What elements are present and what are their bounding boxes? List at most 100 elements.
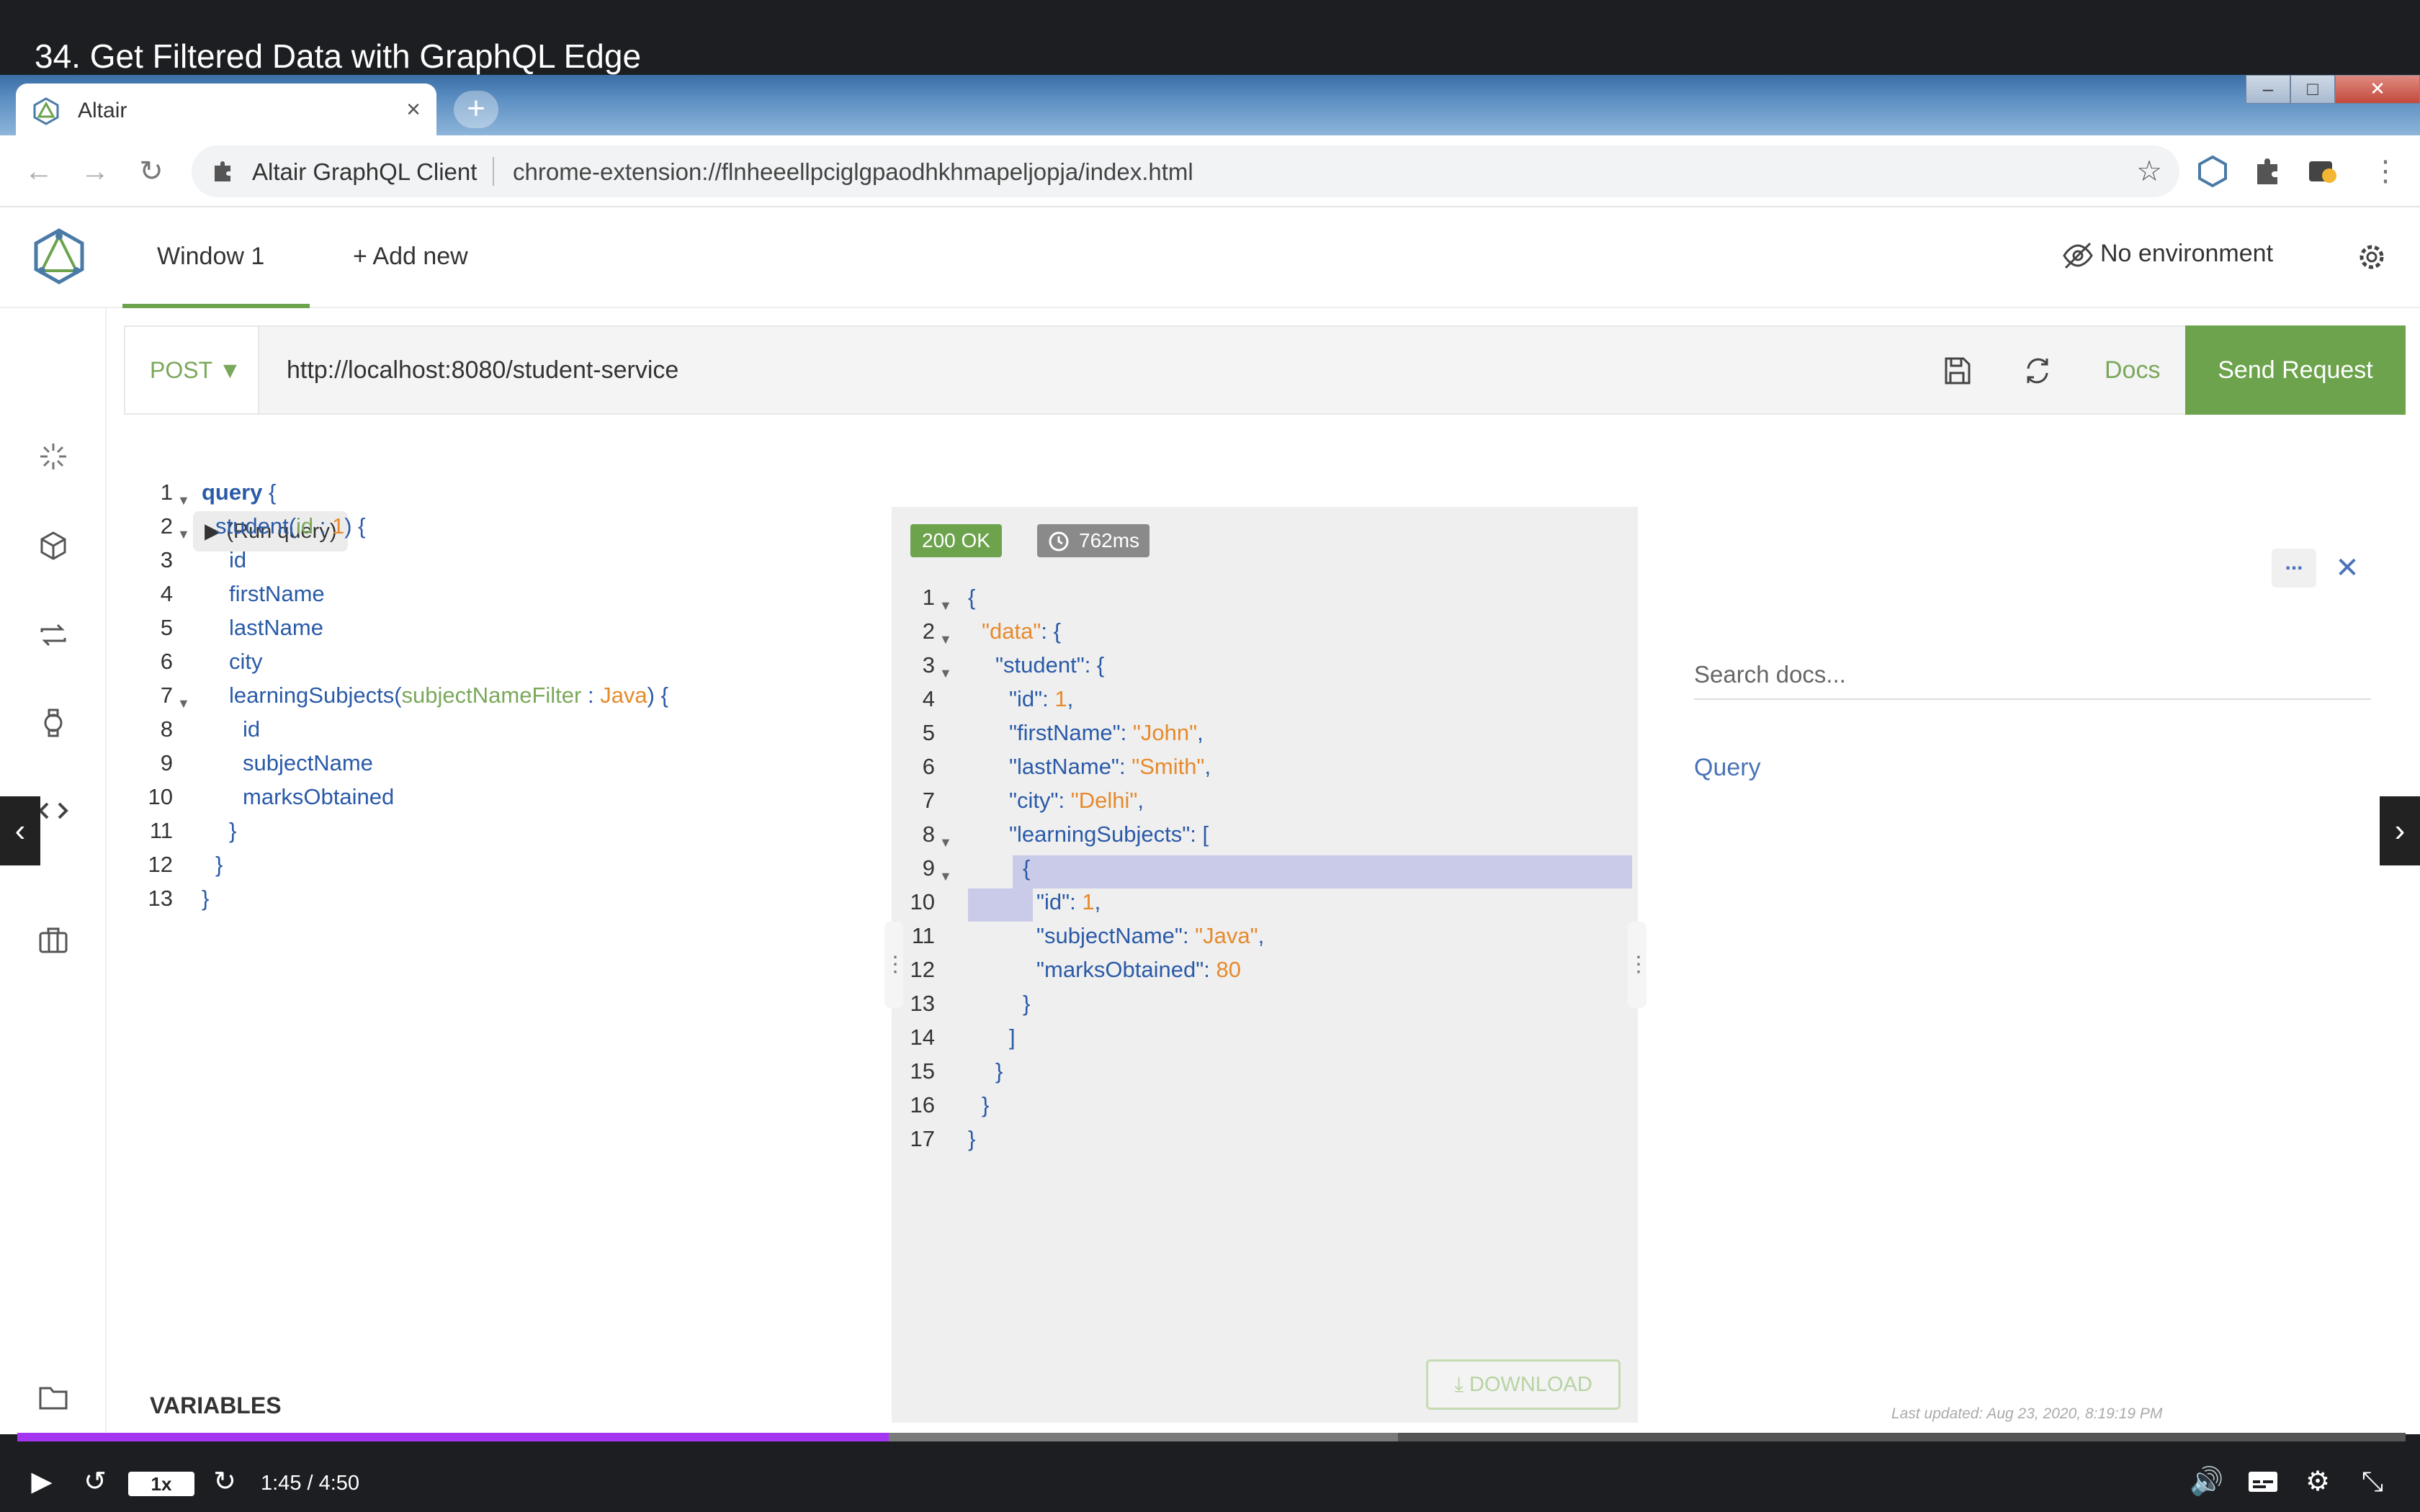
- code-token: subjectName: [243, 750, 373, 775]
- code-token: 1: [1054, 686, 1067, 711]
- code-line: subjectName: [243, 746, 373, 780]
- fold-toggle-icon[interactable]: ▼: [939, 657, 952, 690]
- code-token: ,: [1137, 788, 1144, 813]
- code-token: ) {: [344, 513, 366, 539]
- fold-toggle-icon[interactable]: ▼: [939, 623, 952, 657]
- docs-resize-handle[interactable]: ⋮: [1628, 922, 1649, 1008]
- method-select[interactable]: POST ▼: [125, 327, 259, 413]
- code-token: }: [982, 1092, 990, 1117]
- close-window-button[interactable]: ✕: [2335, 75, 2420, 104]
- browser-tab-altair[interactable]: Altair ×: [16, 84, 436, 135]
- code-token: "Smith": [1131, 754, 1205, 779]
- endpoint-url-input[interactable]: http://localhost:8080/student-service: [287, 356, 678, 384]
- code-token: query: [202, 480, 263, 505]
- tab-window-1[interactable]: Window 1: [122, 207, 310, 308]
- method-label: POST ▼: [150, 357, 242, 383]
- new-tab-button[interactable]: +: [454, 91, 498, 128]
- minimize-button[interactable]: –: [2246, 75, 2290, 104]
- altair-extension-icon[interactable]: [2195, 154, 2230, 189]
- docs-search-input[interactable]: Search docs...: [1694, 657, 2371, 700]
- video-progress-bar[interactable]: [17, 1433, 2406, 1441]
- fold-toggle-icon[interactable]: ▼: [939, 826, 952, 860]
- fold-toggle-icon[interactable]: ▼: [939, 860, 952, 894]
- code-token: : {: [1041, 618, 1061, 644]
- video-settings-icon[interactable]: ⚙: [2300, 1464, 2335, 1499]
- code-line: "id": 1,: [1036, 885, 1101, 919]
- play-icon[interactable]: ▶: [24, 1464, 59, 1499]
- rewind-icon[interactable]: ↺: [78, 1464, 112, 1499]
- query-editor[interactable]: 1 ▼ query {2 ▼ student(id : 1) {3 id 4 firstNam…: [130, 475, 879, 922]
- code-token: id: [296, 513, 314, 539]
- docs-more-button[interactable]: ...: [2272, 549, 2316, 588]
- line-number: 4: [160, 581, 173, 606]
- folder-icon[interactable]: [36, 1380, 71, 1414]
- code-token: : [: [1190, 822, 1209, 847]
- fold-toggle-icon[interactable]: ▼: [939, 589, 952, 623]
- line-number: 1: [922, 585, 935, 610]
- settings-gear-icon[interactable]: [2355, 240, 2388, 274]
- docs-toggle-button[interactable]: Docs: [2105, 356, 2160, 384]
- volume-icon[interactable]: 🔊: [2190, 1464, 2224, 1499]
- eye-off-icon: [2063, 242, 2093, 269]
- forward-icon[interactable]: →: [78, 154, 112, 189]
- line-number: 4: [922, 686, 935, 711]
- code-token: {: [1023, 855, 1031, 881]
- loading-spinner-icon: [40, 444, 66, 469]
- code-token: "data": [982, 618, 1041, 644]
- repeat-icon[interactable]: [36, 618, 71, 652]
- line-number: 17: [910, 1126, 935, 1151]
- fold-toggle-icon[interactable]: ▼: [177, 518, 190, 552]
- fold-toggle-icon[interactable]: ▼: [177, 484, 190, 518]
- result-json-view[interactable]: 1 ▼{2 ▼ "data": {3 ▼ "student": {4 "id": 1, 5 "f…: [892, 580, 1634, 1151]
- exit-fullscreen-icon[interactable]: ⤡: [2355, 1464, 2390, 1499]
- profile-icon[interactable]: [2305, 154, 2339, 189]
- line-number: 3: [922, 652, 935, 678]
- code-line: lastName: [229, 611, 323, 644]
- line-number: 6: [160, 649, 173, 674]
- line-number: 7: [922, 788, 935, 813]
- variables-panel-toggle[interactable]: VARIABLES: [150, 1391, 282, 1420]
- forward-icon[interactable]: ↻: [207, 1464, 242, 1499]
- previous-arrow-icon[interactable]: ‹: [0, 796, 40, 865]
- address-bar[interactable]: Altair GraphQL Client chrome-extension:/…: [192, 145, 2179, 197]
- code-line: city: [229, 644, 263, 678]
- docs-close-icon[interactable]: ✕: [2328, 549, 2367, 588]
- line-number: 15: [910, 1058, 935, 1084]
- code-token: firstName: [229, 581, 325, 606]
- cube-icon[interactable]: [36, 528, 71, 563]
- line-number: 10: [148, 784, 173, 809]
- code-token: "id": [1009, 686, 1043, 711]
- next-arrow-icon[interactable]: ›: [2380, 796, 2420, 865]
- code-icon[interactable]: [36, 793, 71, 828]
- code-token: "city": [1009, 788, 1059, 813]
- watch-icon[interactable]: [36, 706, 71, 740]
- code-token: }: [215, 852, 223, 877]
- code-token: ,: [1067, 686, 1074, 711]
- browser-menu-icon[interactable]: ⋮: [2368, 154, 2403, 189]
- bookmark-star-icon[interactable]: ☆: [2136, 157, 2162, 186]
- refresh-schema-icon[interactable]: [2020, 353, 2056, 389]
- briefcase-icon[interactable]: [36, 923, 71, 958]
- site-name: Altair GraphQL Client: [252, 158, 478, 185]
- code-line: "city": "Delhi",: [1009, 783, 1144, 817]
- maximize-button[interactable]: □: [2290, 75, 2335, 104]
- captions-icon[interactable]: [2246, 1464, 2280, 1499]
- back-icon[interactable]: ←: [22, 154, 56, 189]
- code-line: }: [215, 847, 223, 881]
- code-token: :: [1042, 686, 1055, 711]
- fold-toggle-icon[interactable]: ▼: [177, 687, 190, 721]
- last-updated-text: Last updated: Aug 23, 2020, 8:19:19 PM: [1891, 1405, 2163, 1422]
- extensions-icon[interactable]: [2250, 154, 2285, 189]
- reload-icon[interactable]: ↻: [134, 154, 169, 189]
- editor-resize-handle[interactable]: ⋮: [884, 922, 906, 1008]
- add-new-window-button[interactable]: + Add new: [353, 242, 468, 271]
- download-button[interactable]: ⤓ DOWNLOAD: [1426, 1359, 1621, 1410]
- video-title: 34. Get Filtered Data with GraphQL Edge: [35, 37, 642, 75]
- code-token: :: [1070, 889, 1083, 914]
- code-token: }: [202, 886, 210, 911]
- send-request-button[interactable]: Send Request: [2185, 325, 2406, 415]
- tab-close-icon[interactable]: ×: [406, 96, 421, 122]
- playback-speed-button[interactable]: 1x: [128, 1472, 194, 1496]
- save-icon[interactable]: [1939, 353, 1975, 389]
- docs-query-link[interactable]: Query: [1694, 753, 1761, 782]
